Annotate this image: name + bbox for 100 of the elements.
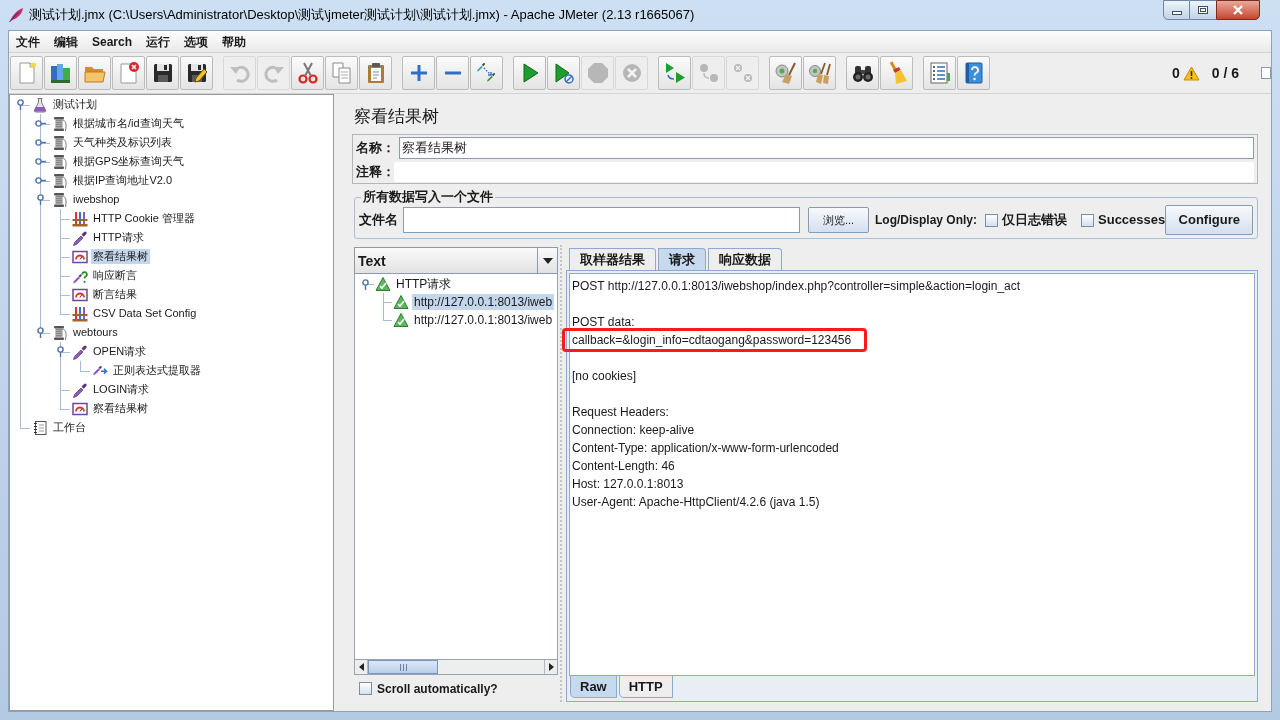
expanded-handle-icon[interactable] xyxy=(14,99,26,110)
configure-button[interactable]: Configure xyxy=(1165,205,1254,235)
tree-item[interactable]: 天气种类及标识列表 xyxy=(71,135,174,150)
name-field[interactable]: 察看结果树 xyxy=(399,136,1254,159)
menu-item[interactable]: 运行 xyxy=(139,33,178,50)
pipette-icon xyxy=(72,343,88,360)
renderer-dropdown[interactable]: Text xyxy=(354,247,558,274)
checkbox-label: 仅日志错误 xyxy=(1002,212,1067,228)
left-arrow-icon xyxy=(358,663,364,671)
comment-field[interactable] xyxy=(394,162,1254,182)
spool-icon xyxy=(52,324,68,341)
tree-item[interactable]: 察看结果树 xyxy=(91,249,150,264)
tree-item[interactable]: 根据城市名/id查询天气 xyxy=(71,116,186,131)
tree-item[interactable]: 正则表达式提取器 xyxy=(111,363,203,378)
stop-sign-icon xyxy=(585,61,610,85)
horizontal-scrollbar[interactable] xyxy=(354,659,558,675)
toolbar-button[interactable] xyxy=(146,56,179,90)
request-line: Content-Type: application/x-www-form-urlencoded xyxy=(572,440,840,457)
spool-icon xyxy=(52,134,68,151)
collapsed-handle-icon[interactable] xyxy=(34,175,46,186)
warning-icon xyxy=(1182,65,1200,81)
test-tube-rack-icon xyxy=(72,305,88,322)
toolbar-button[interactable] xyxy=(44,56,77,90)
spool-icon xyxy=(52,153,68,170)
toolbar-button[interactable] xyxy=(957,56,990,90)
tree-item[interactable]: 根据IP查询地址V2.0 xyxy=(71,173,175,188)
field-label: 注释： xyxy=(356,164,394,180)
collapsed-handle-icon[interactable] xyxy=(34,156,46,167)
group-title: 所有数据写入一个文件 xyxy=(362,189,494,205)
test-tube-rack-icon xyxy=(72,210,88,227)
restore-icon xyxy=(1198,6,1208,14)
minimize-button[interactable] xyxy=(1163,0,1190,20)
request-line: Request Headers: xyxy=(572,404,670,421)
tree-item[interactable]: 工作台 xyxy=(51,420,88,435)
collapsed-handle-icon[interactable] xyxy=(34,118,46,129)
panel-title: 察看结果树 xyxy=(354,106,440,128)
filename-field[interactable] xyxy=(403,207,800,233)
expanded-handle-icon[interactable] xyxy=(34,327,46,338)
tree-item[interactable]: 断言结果 xyxy=(91,287,139,302)
books-icon xyxy=(48,61,73,85)
tree-item[interactable]: HTTP请求 xyxy=(394,276,454,292)
toolbar-button[interactable] xyxy=(359,56,392,90)
menu-item[interactable]: 编辑 xyxy=(47,33,85,50)
menu-item[interactable]: 文件 xyxy=(9,33,47,50)
tab[interactable]: 取样器结果 xyxy=(569,248,656,270)
tree-item[interactable]: 根据GPS坐标查询天气 xyxy=(71,154,187,169)
pipette-icon xyxy=(72,229,88,246)
grip-icon xyxy=(399,663,407,671)
pipette-icon xyxy=(72,381,88,398)
tree-item[interactable]: 响应断言 xyxy=(91,268,139,283)
field-label: 名称： xyxy=(356,139,396,156)
toolbar-button[interactable] xyxy=(180,56,213,90)
tree-item[interactable]: 察看结果树 xyxy=(91,401,150,416)
tree-item[interactable]: HTTP Cookie 管理器 xyxy=(91,211,197,226)
tab[interactable]: Raw xyxy=(570,676,617,698)
scrollbar-thumb[interactable] xyxy=(368,660,438,674)
expanded-handle-icon[interactable] xyxy=(34,194,46,205)
gauge-icon xyxy=(72,286,88,303)
list-document-icon xyxy=(927,61,952,85)
menu-item[interactable]: Search xyxy=(85,33,140,50)
tree-item[interactable]: iwebshop xyxy=(71,192,122,207)
menu-item[interactable]: 帮助 xyxy=(215,33,254,50)
request-line: Content-Length: 46 xyxy=(572,458,676,475)
tab[interactable]: HTTP xyxy=(618,676,673,698)
maximize-button[interactable] xyxy=(1190,0,1216,20)
tree-item[interactable]: HTTP请求 xyxy=(91,230,146,245)
flask-icon xyxy=(32,96,48,113)
request-line: POST http://127.0.0.1:8013/iwebshop/index.php?controller=simple&action=login_act xyxy=(572,278,1022,295)
checkbox[interactable] xyxy=(985,213,998,227)
collapsed-handle-icon[interactable] xyxy=(34,137,46,148)
checkbox[interactable] xyxy=(359,682,372,695)
tree-item[interactable]: webtours xyxy=(71,325,120,340)
right-arrow-icon xyxy=(548,663,554,671)
tab[interactable]: 请求 xyxy=(658,248,706,270)
tab[interactable]: 响应数据 xyxy=(708,248,782,270)
field-label: 文件名 xyxy=(359,212,399,228)
browse-button[interactable]: 浏览... xyxy=(808,207,869,233)
tree-item[interactable]: LOGIN请求 xyxy=(91,382,152,397)
checkbox[interactable] xyxy=(1081,213,1094,227)
toolbar-button[interactable] xyxy=(846,56,879,90)
expanded-handle-icon[interactable] xyxy=(54,346,66,357)
window-title: 测试计划.jmx (C:\Users\Administrator\Desktop\测试\jmeter测试计划\测试计划.jmx) - Apache JMeter (2.13 r1665067) xyxy=(29,6,695,23)
close-icon xyxy=(1233,5,1243,15)
gauge-icon xyxy=(72,400,88,417)
copy-pages-icon xyxy=(329,61,354,85)
tree-item[interactable]: http://127.0.0.1:8013/iweb xyxy=(412,294,555,310)
plus-icon xyxy=(409,64,428,82)
tree-item[interactable]: 测试计划 xyxy=(51,97,99,112)
tree-item[interactable]: OPEN请求 xyxy=(91,344,149,359)
checkbox-label: Successes xyxy=(1098,212,1166,228)
scissors-icon xyxy=(295,61,320,85)
tree-item[interactable]: CSV Data Set Config xyxy=(91,306,199,321)
request-line: [no cookies] xyxy=(572,368,638,385)
dropdown-arrow-icon xyxy=(542,257,553,264)
spool-icon xyxy=(52,115,68,132)
tree-item[interactable]: http://127.0.0.1:8013/iweb xyxy=(412,312,555,328)
request-line: User-Agent: Apache-HttpClient/4.2.6 (java 1.5) xyxy=(572,494,821,511)
close-button[interactable] xyxy=(1216,0,1260,20)
expanded-handle-icon[interactable] xyxy=(359,278,371,290)
menu-item[interactable]: 选项 xyxy=(177,33,216,50)
